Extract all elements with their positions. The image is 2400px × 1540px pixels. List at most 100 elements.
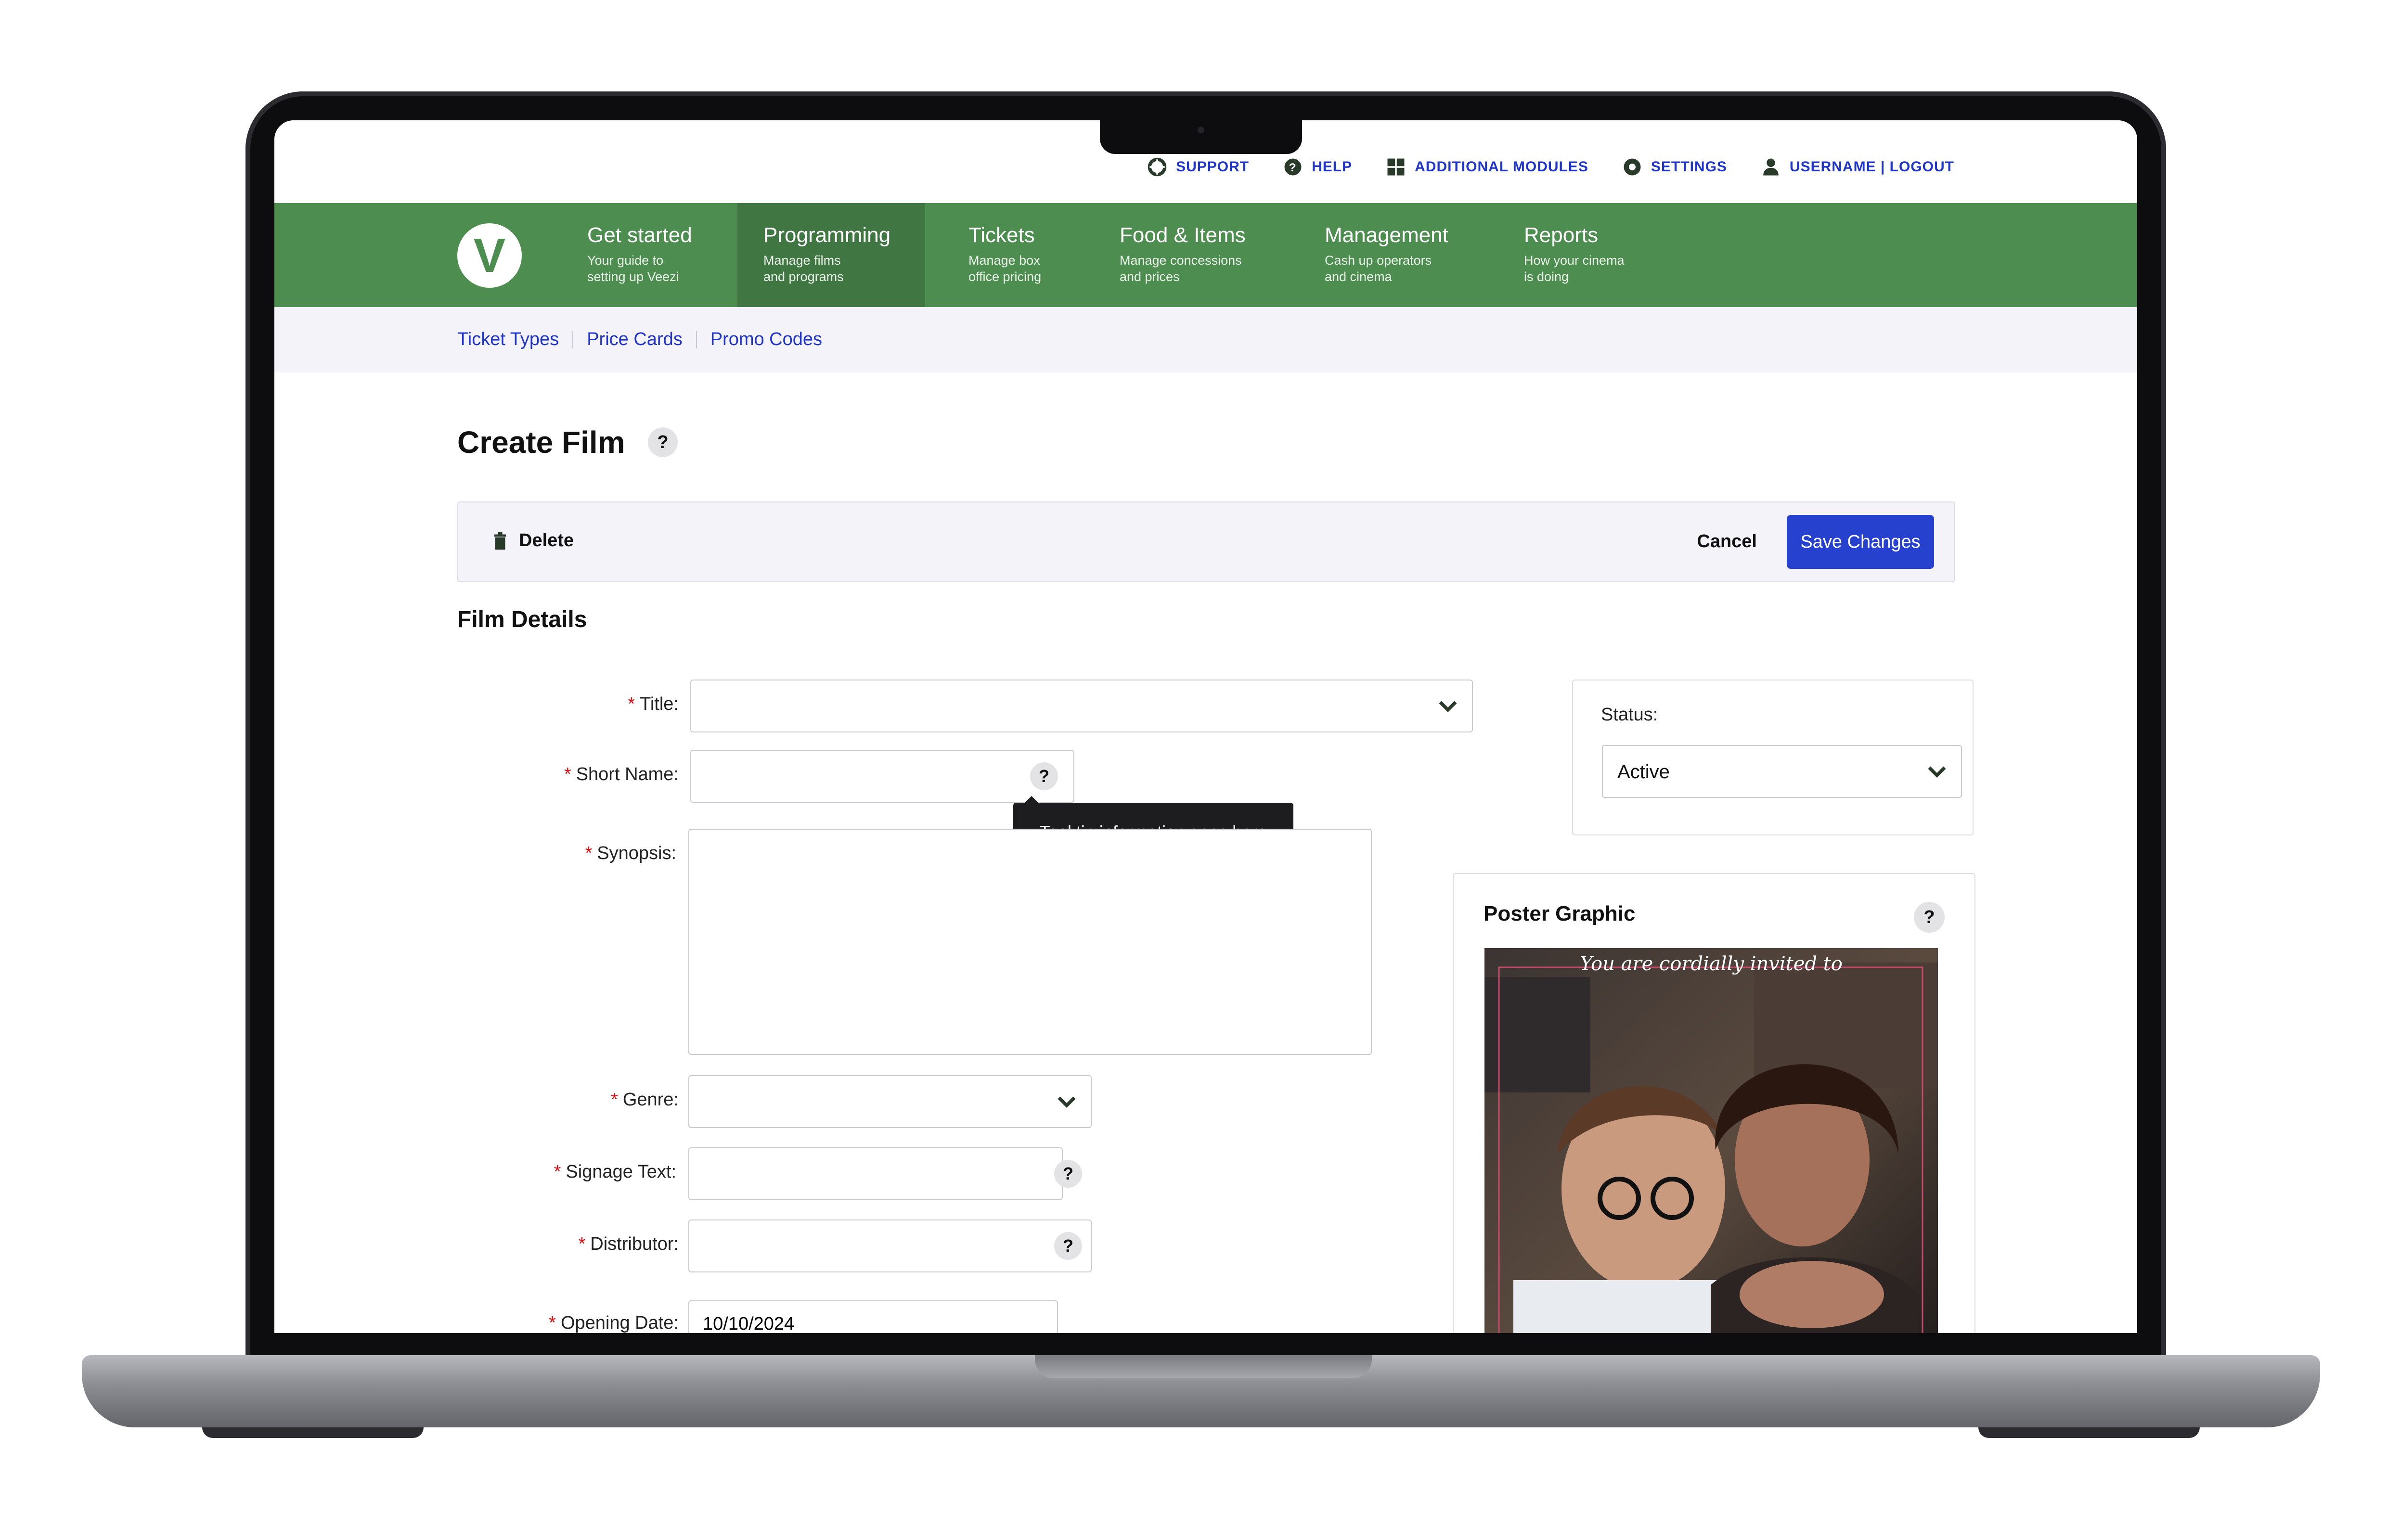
nav-subtitle: Cash up operators and cinema [1325,253,1432,284]
short-name-label-text: Short Name: [576,764,679,784]
signage-text-input[interactable] [688,1147,1063,1200]
question-circle-icon: ? [1284,158,1302,176]
status-select[interactable]: Active [1602,745,1962,798]
help-label: HELP [1312,159,1353,175]
nav-subtitle: Manage concessions and prices [1120,253,1242,284]
nav-get-started[interactable]: Get started Your guide to setting up Vee… [561,203,718,307]
main-nav: V Get started Your guide to setting up V… [274,203,2137,307]
required-mark: * [564,764,571,784]
camera-notch [1100,120,1302,154]
required-mark: * [585,843,593,863]
distributor-label: * Distributor: [486,1234,679,1255]
account-label: USERNAME | LOGOUT [1789,159,1954,175]
genre-label-text: Genre: [622,1090,679,1110]
distributor-label-text: Distributor: [590,1234,679,1254]
chevron-down-icon [1058,1096,1076,1108]
poster-image[interactable]: You are cordially invited to [1484,948,1938,1333]
svg-text:?: ? [1289,161,1297,174]
poster-graphic-title: Poster Graphic [1484,902,1636,925]
cancel-button[interactable]: Cancel [1697,531,1757,552]
laptop-lip [1035,1355,1372,1378]
status-value: Active [1617,761,1670,783]
status-label: Status: [1601,705,1658,725]
nav-subtitle: Manage box office pricing [968,253,1042,284]
poster-graphic-panel: Poster Graphic ? You are cordially invit… [1453,873,1975,1333]
poster-help-icon[interactable]: ? [1914,902,1945,933]
chevron-down-icon [1439,701,1457,712]
short-name-help-icon[interactable]: ? [1030,762,1058,790]
sub-nav: Ticket Types Price Cards Promo Codes [274,307,2137,372]
short-name-label: * Short Name: [486,764,679,785]
nav-subtitle: Manage films and programs [763,253,844,284]
nav-food-items[interactable]: Food & Items Manage concessions and pric… [1094,203,1272,307]
nav-tickets[interactable]: Tickets Manage box office pricing [942,203,1067,307]
subnav-promo-codes[interactable]: Promo Codes [710,329,822,350]
app-screen: SUPPORT ? HELP ADDITIONAL MODULES SETTIN… [274,120,2137,1333]
veezi-logo[interactable]: V [457,223,522,288]
support-label: SUPPORT [1176,159,1250,175]
poster-artwork [1484,948,1938,1333]
save-changes-button[interactable]: Save Changes [1787,515,1934,569]
additional-modules-link[interactable]: ADDITIONAL MODULES [1386,157,1588,177]
nav-programming[interactable]: Programming Manage films and programs [737,203,925,307]
logo-letter: V [473,229,506,282]
required-mark: * [554,1162,561,1182]
additional-modules-label: ADDITIONAL MODULES [1415,159,1588,175]
laptop-foot-right [1978,1427,2200,1438]
title-label: * Title: [544,694,679,715]
page-title: Create Film [457,425,625,460]
signage-text-label-text: Signage Text: [566,1162,676,1182]
nav-subtitle: Your guide to setting up Veezi [587,253,679,284]
trash-icon [494,532,506,550]
subnav-price-cards[interactable]: Price Cards [587,329,683,350]
settings-label: SETTINGS [1651,159,1727,175]
required-mark: * [611,1090,618,1110]
nav-management[interactable]: Management Cash up operators and cinema [1299,203,1474,307]
camera-icon [1198,127,1204,133]
film-details-heading: Film Details [457,607,587,632]
genre-select[interactable] [688,1075,1092,1128]
nav-subtitle: How your cinema is doing [1524,253,1625,284]
subnav-ticket-types[interactable]: Ticket Types [457,329,559,350]
genre-label: * Genre: [486,1090,679,1110]
action-bar: Delete Cancel Save Changes [457,501,1955,582]
user-icon [1763,158,1779,176]
laptop-foot-left [202,1427,424,1438]
delete-button[interactable]: Delete [493,530,574,551]
gear-icon [1624,158,1641,176]
required-mark: * [628,694,635,714]
status-panel: Status: Active [1572,680,1974,835]
page-help-icon[interactable]: ? [648,427,678,457]
support-link[interactable]: SUPPORT [1147,157,1249,177]
synopsis-label-text: Synopsis: [597,843,676,863]
signage-text-help-icon[interactable]: ? [1054,1160,1082,1188]
distributor-input[interactable] [688,1219,1092,1272]
chevron-down-icon [1928,766,1946,778]
nav-title: Management [1325,223,1448,247]
required-mark: * [578,1234,586,1254]
account-link[interactable]: USERNAME | LOGOUT [1761,157,1954,177]
poster-caption: You are cordially invited to [1580,953,1843,975]
divider [696,331,697,348]
synopsis-textarea[interactable] [688,829,1372,1055]
divider [572,331,574,348]
help-link[interactable]: ? HELP [1283,157,1352,177]
opening-date-label: * Opening Date: [486,1313,679,1333]
nav-title: Tickets [968,223,1035,247]
required-mark: * [549,1313,556,1333]
opening-date-value: 10/10/2024 [703,1314,795,1333]
nav-reports[interactable]: Reports How your cinema is doing [1498,203,1651,307]
opening-date-input[interactable]: 10/10/2024 [688,1300,1058,1333]
nav-title: Programming [763,223,891,247]
nav-title: Reports [1524,223,1599,247]
support-icon [1148,157,1167,177]
nav-title: Get started [587,223,692,247]
signage-text-label: * Signage Text: [486,1162,676,1182]
opening-date-label-text: Opening Date: [560,1313,679,1333]
short-name-input[interactable] [690,750,1074,803]
delete-label: Delete [519,530,574,551]
distributor-help-icon[interactable]: ? [1054,1232,1082,1260]
title-label-text: Title: [640,694,679,714]
title-select[interactable] [690,680,1473,732]
settings-link[interactable]: SETTINGS [1622,157,1727,177]
